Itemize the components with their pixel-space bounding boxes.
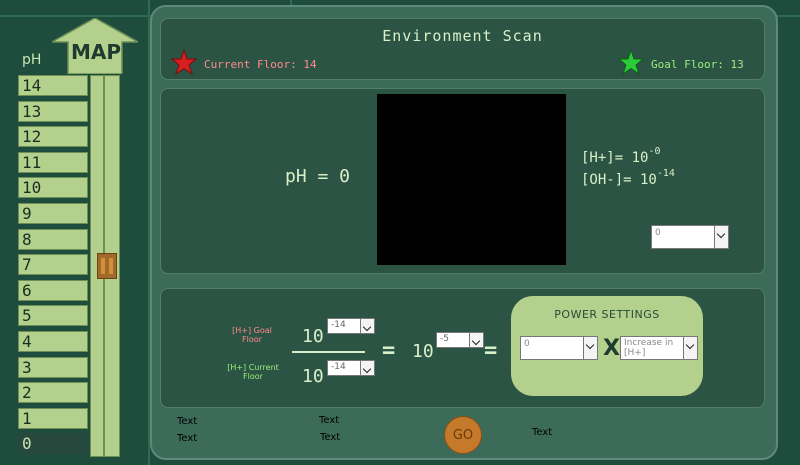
footer-text-2: Text [177,433,198,444]
oh-exponent: -14 [656,168,675,179]
equals-sign: = [382,338,396,363]
map-title: MAP [70,40,122,64]
h-exponent: -0 [648,146,661,157]
multiply-sign: X [603,336,620,361]
ph-readout: pH = 0 [285,166,351,187]
ph-header: pH [22,52,42,68]
chevron-down-icon [714,226,728,248]
ph-level-11[interactable]: 11 [18,151,88,173]
ph-level-list: 14 13 12 11 10 9 8 7 6 5 4 3 2 1 0 [18,75,88,459]
current-h-label: [H+] Current Floor [227,363,279,381]
ph-level-1[interactable]: 1 [18,407,88,429]
scan-title: Environment Scan [382,27,543,45]
goal-floor-label: Goal Floor: 13 [651,58,744,71]
power-amount-select[interactable]: 0 [520,336,598,360]
denominator-base: 10 [302,366,324,387]
footer-text-1: Text [177,416,198,427]
goal-h-label: [H+] Goal Floor [232,326,272,344]
ph-level-2[interactable]: 2 [18,382,88,404]
result-exponent-value: -5 [440,334,449,344]
power-direction-select[interactable]: Increase in [H+] [620,336,698,360]
ph-level-13[interactable]: 13 [18,100,88,122]
current-exponent-value: -14 [331,362,346,372]
ph-level-14[interactable]: 14 [18,75,88,96]
elevator-car[interactable] [97,253,117,279]
result-base: 10 [412,341,434,362]
fraction-bar [292,351,365,353]
current-floor-star-icon [171,49,197,75]
ph-select-value: 0 [655,228,661,238]
footer-text-4: Text [320,432,341,443]
scan-viewport [377,94,566,265]
ph-level-3[interactable]: 3 [18,356,88,378]
goal-exponent-select[interactable]: -14 [327,318,375,334]
footer-text-5: Text [532,427,553,438]
ph-level-6[interactable]: 6 [18,279,88,301]
current-floor-label: Current Floor: 14 [204,58,317,71]
power-amount-value: 0 [524,339,530,349]
h-concentration-label: [H+]= 10 [581,150,649,166]
chevron-down-icon [683,337,697,359]
ph-level-0-current[interactable]: 0 [18,433,88,455]
power-settings-title: POWER SETTINGS [554,308,660,321]
current-exponent-select[interactable]: -14 [327,360,375,376]
goal-floor-star-icon [618,49,644,75]
oh-concentration-label: [OH-]= 10 [581,172,657,188]
ph-level-5[interactable]: 5 [18,305,88,327]
chevron-down-icon [360,319,374,333]
equals-sign-2: = [484,338,498,363]
ph-level-7[interactable]: 7 [18,254,88,276]
goal-exponent-value: -14 [331,320,346,330]
power-direction-value: Increase in [H+] [624,338,674,358]
h-concentration: [H+]= 10-0 [581,146,660,166]
ph-select[interactable]: 0 [651,225,729,249]
ph-level-9[interactable]: 9 [18,202,88,224]
chevron-down-icon [469,333,483,347]
ph-level-4[interactable]: 4 [18,330,88,352]
chevron-down-icon [583,337,597,359]
numerator-base: 10 [302,326,324,347]
ph-level-12[interactable]: 12 [18,126,88,148]
footer-text-3: Text [319,415,340,426]
oh-concentration: [OH-]= 10-14 [581,168,675,188]
ph-level-8[interactable]: 8 [18,228,88,250]
go-button[interactable]: GO [444,416,482,454]
chevron-down-icon [360,361,374,375]
result-exponent-select[interactable]: -5 [436,332,484,348]
ph-level-10[interactable]: 10 [18,177,88,199]
